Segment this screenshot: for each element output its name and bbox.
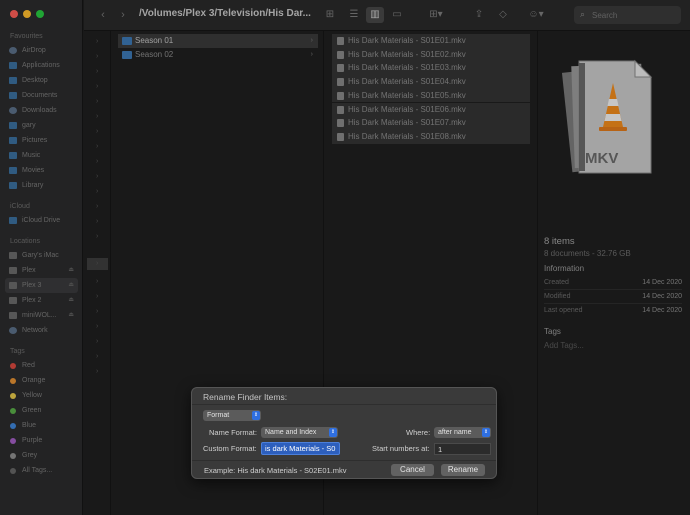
cancel-button[interactable]: Cancel bbox=[391, 464, 434, 476]
chevron-up-down-icon: ⇕ bbox=[252, 411, 260, 420]
name-format-label: Name Format: bbox=[209, 428, 257, 437]
divider bbox=[192, 404, 496, 405]
rename-button[interactable]: Rename bbox=[441, 464, 485, 476]
dialog-title: Rename Finder Items: bbox=[203, 392, 288, 402]
rename-mode-select[interactable]: Format ⇕ bbox=[203, 410, 261, 421]
rename-dialog: Rename Finder Items: Format ⇕ Name Forma… bbox=[191, 387, 497, 479]
name-format-select[interactable]: Name and Index ⇕ bbox=[261, 427, 338, 438]
custom-format-input[interactable] bbox=[261, 442, 340, 455]
where-select[interactable]: after name ⇕ bbox=[434, 427, 491, 438]
chevron-up-down-icon: ⇕ bbox=[482, 428, 490, 437]
divider bbox=[192, 460, 496, 461]
start-numbers-label: Start numbers at: bbox=[372, 444, 430, 453]
finder-window: Favourites AirDrop Applications Desktop … bbox=[0, 0, 690, 515]
chevron-up-down-icon: ⇕ bbox=[329, 428, 337, 437]
custom-format-label: Custom Format: bbox=[203, 444, 257, 453]
example-text: Example: His dark Materials - S02E01.mkv bbox=[204, 466, 347, 475]
where-label: Where: bbox=[406, 428, 431, 437]
start-numbers-input[interactable] bbox=[434, 443, 491, 455]
